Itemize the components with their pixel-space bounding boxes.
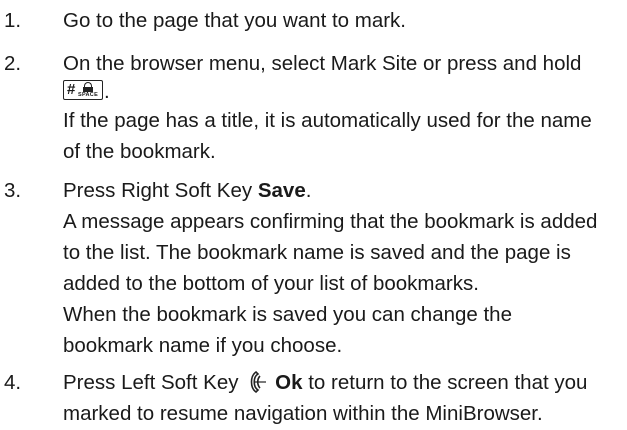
save-soft-key-label: Save — [257, 179, 306, 202]
instructions-document: 1. Go to the page that you want to mark.… — [0, 0, 627, 430]
left-soft-key-icon — [250, 370, 267, 394]
key-suffix: . — [104, 80, 110, 103]
step-key-line: # SPACE . — [63, 79, 623, 105]
step-text: Go to the page that you want to mark. — [63, 9, 407, 32]
step-text: to the list. The bookmark name is saved … — [63, 241, 571, 264]
step-number: 3. — [4, 179, 22, 202]
step-text: On the browser menu, select Mark Site or… — [63, 52, 582, 75]
step-text: added to the bottom of your list of book… — [63, 272, 479, 295]
step-number: 4. — [4, 371, 22, 394]
step-text: Press Right Soft Key Save. — [63, 179, 312, 202]
step-text: marked to resume navigation within the M… — [63, 402, 543, 425]
step-body: Go to the page that you want to mark. — [63, 5, 623, 36]
hash-space-key-icon: # SPACE — [63, 80, 103, 100]
step-body: Press Right Soft Key Save. A message app… — [63, 175, 623, 361]
step-number: 1. — [4, 9, 22, 32]
ok-soft-key-label: Ok — [275, 371, 303, 394]
step-number: 2. — [4, 52, 22, 75]
step-body: Press Left Soft Key Ok to return to the … — [63, 367, 623, 429]
step-text: bookmark name if you choose. — [63, 334, 343, 357]
step-text: When the bookmark is saved you can chang… — [63, 303, 512, 326]
step-body: On the browser menu, select Mark Site or… — [63, 48, 623, 167]
step-text: If the page has a title, it is automatic… — [63, 109, 592, 132]
step-text: A message appears confirming that the bo… — [63, 210, 598, 233]
step-text: of the bookmark. — [63, 140, 216, 163]
step-text: Press Left Soft Key Ok to return to the … — [63, 370, 588, 394]
